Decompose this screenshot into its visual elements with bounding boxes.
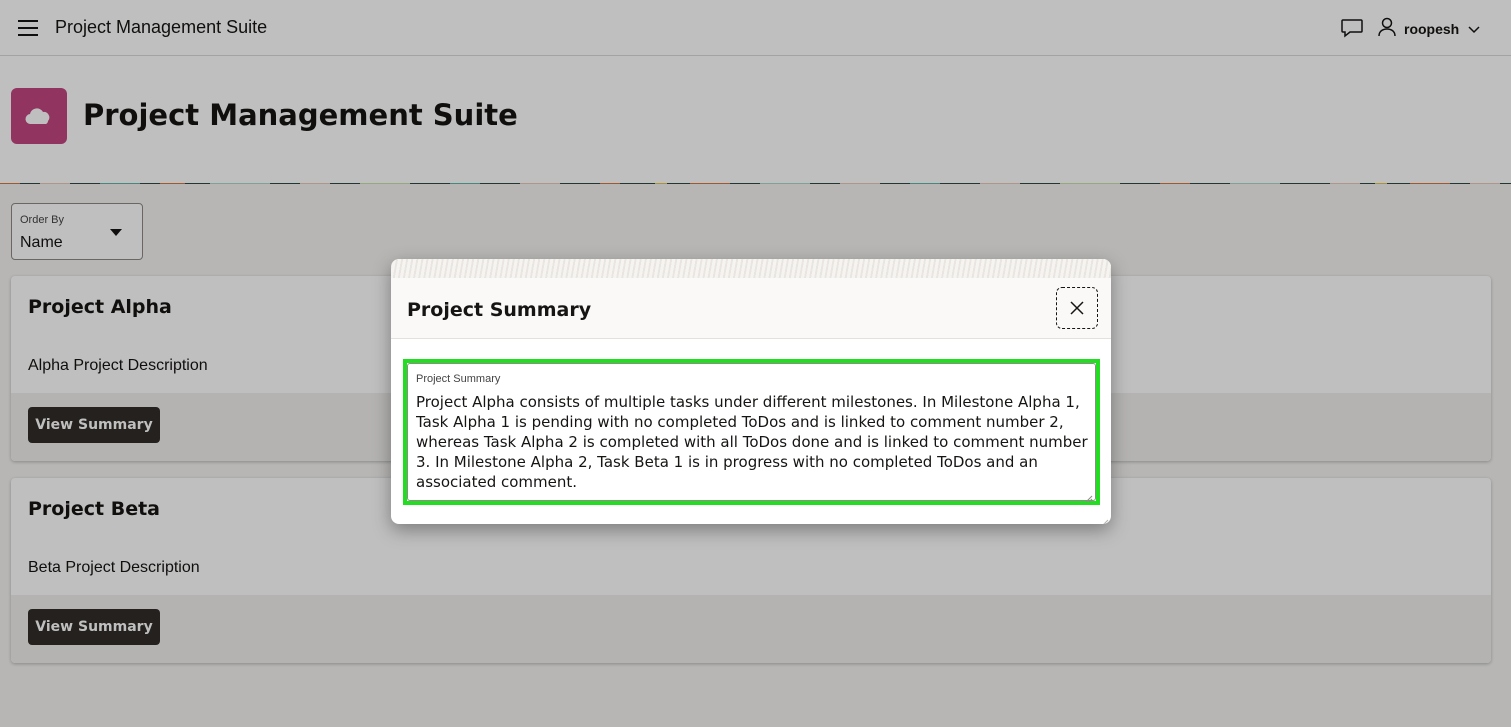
summary-textarea[interactable]: Project Alpha consists of multiple tasks… — [416, 392, 1092, 496]
dialog-resize-icon[interactable] — [1099, 512, 1109, 524]
summary-field-highlight: Project Summary Project Alpha consists o… — [403, 359, 1100, 505]
close-icon[interactable] — [1056, 287, 1098, 329]
resize-grip-icon[interactable] — [1083, 488, 1093, 503]
project-summary-dialog: Project Summary Project Summary Project … — [391, 259, 1111, 524]
dialog-header: Project Summary — [391, 278, 1111, 339]
dialog-drag-handle[interactable] — [391, 259, 1111, 278]
dialog-title: Project Summary — [407, 299, 592, 321]
summary-field-label: Project Summary — [416, 373, 501, 385]
summary-field: Project Summary Project Alpha consists o… — [407, 363, 1096, 503]
